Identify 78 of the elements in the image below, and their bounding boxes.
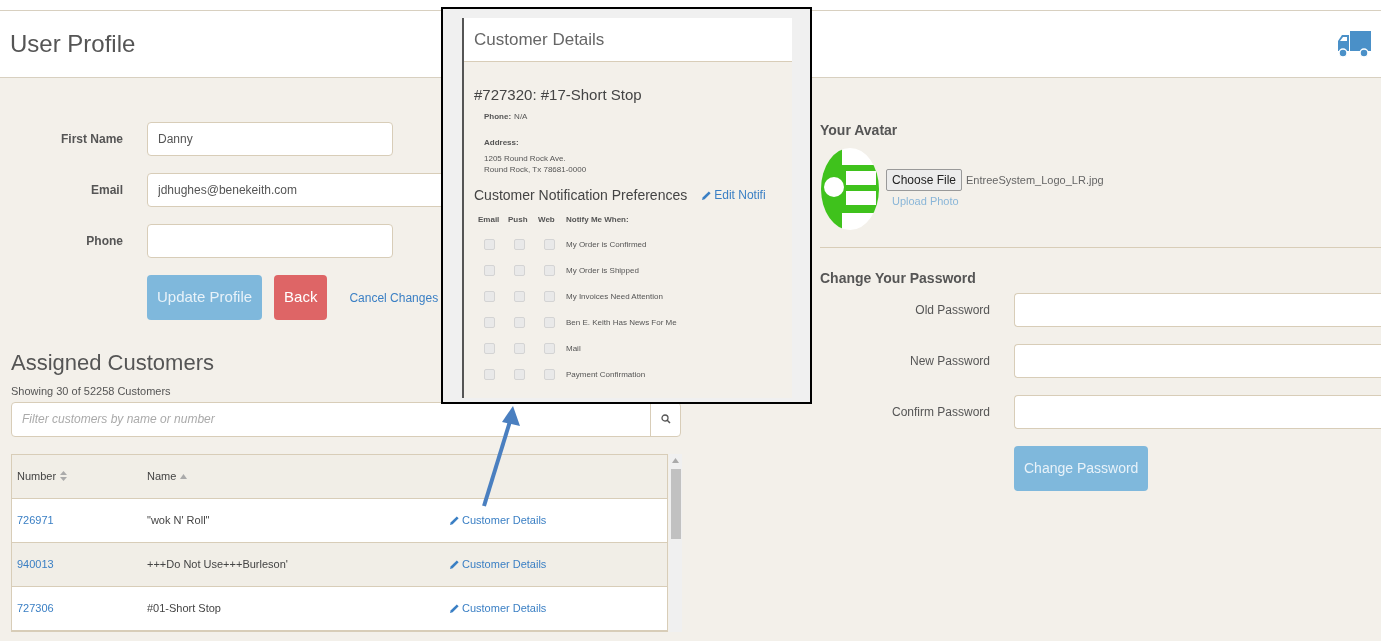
- checkbox[interactable]: [514, 291, 525, 302]
- checkbox[interactable]: [544, 369, 555, 380]
- pencil-icon: [449, 514, 460, 526]
- pencil-icon: [449, 602, 460, 614]
- pencil-icon: [449, 558, 460, 570]
- section-heading: Change Your Password: [820, 269, 977, 288]
- checkbox[interactable]: [484, 239, 495, 250]
- checkbox[interactable]: [514, 343, 525, 354]
- checkbox[interactable]: [484, 343, 495, 354]
- sort-icon: [60, 471, 68, 481]
- checkbox[interactable]: [544, 239, 555, 250]
- password-field[interactable]: [1014, 293, 1381, 327]
- checkbox[interactable]: [544, 343, 555, 354]
- scrollbar-thumb[interactable]: [670, 468, 681, 539]
- scroll-up-icon[interactable]: [672, 457, 679, 463]
- phone-value: N/A: [514, 110, 528, 123]
- text-field[interactable]: [147, 224, 393, 258]
- password-field[interactable]: [1014, 395, 1381, 429]
- column-header: Push: [508, 213, 529, 226]
- section-heading: Assigned Customers: [11, 349, 214, 377]
- customer-number-link[interactable]: 727306: [17, 601, 54, 614]
- field-label: Old Password: [914, 302, 990, 319]
- result-count: Showing 30 of 52258 Customers: [11, 384, 171, 399]
- customer-details-link[interactable]: Customer Details: [449, 599, 547, 617]
- page-title: User Profile: [10, 29, 136, 59]
- column-header[interactable]: Name: [142, 467, 442, 485]
- password-field[interactable]: [1014, 344, 1381, 378]
- field-label: Confirm Password: [890, 404, 990, 421]
- back-button[interactable]: Back: [274, 275, 328, 320]
- file-name: EntreeSystem_Logo_LR.jpg: [966, 172, 1104, 188]
- address-label: Address:: [484, 136, 520, 149]
- customer-details-link[interactable]: Customer Details: [449, 511, 547, 529]
- customer-number-link[interactable]: 940013: [17, 557, 54, 570]
- address-line: 1205 Round Rock Ave.: [484, 152, 567, 164]
- column-header[interactable]: Number: [12, 467, 142, 485]
- column-header: Email: [478, 213, 501, 226]
- pencil-icon: [701, 189, 713, 201]
- preference-label: My Order is Shipped: [566, 264, 639, 277]
- checkbox[interactable]: [484, 291, 495, 302]
- checkbox[interactable]: [484, 317, 495, 328]
- customer-name: #727320: #17-Short Stop: [474, 85, 643, 105]
- checkbox[interactable]: [544, 291, 555, 302]
- sort-ascending-icon: [180, 473, 188, 479]
- column-header: Web: [538, 213, 556, 226]
- customer-number-link[interactable]: 726971: [17, 513, 54, 526]
- scrollbar[interactable]: [669, 453, 682, 632]
- field-label: Phone: [85, 233, 123, 250]
- checkbox[interactable]: [514, 369, 525, 380]
- preference-label: Mail: [566, 342, 581, 355]
- phone-label: Phone:: [484, 110, 512, 123]
- preference-label: My Invoices Need Attention: [566, 290, 663, 303]
- checkbox[interactable]: [514, 265, 525, 276]
- checkbox[interactable]: [544, 265, 555, 276]
- choose-file-button[interactable]: Choose File: [886, 168, 963, 191]
- field-label: First Name: [59, 131, 123, 148]
- truck-icon: [1337, 29, 1371, 59]
- popup-title: Customer Details: [474, 28, 605, 51]
- checkbox[interactable]: [484, 369, 495, 380]
- edit-notifications-link[interactable]: Edit Notifi: [701, 186, 766, 204]
- table-cell: "wok N' Roll": [147, 513, 210, 526]
- section-heading: Your Avatar: [820, 121, 899, 140]
- table-cell: +++Do Not Use+++Burleson': [147, 557, 288, 570]
- checkbox[interactable]: [484, 265, 495, 276]
- checkbox[interactable]: [544, 317, 555, 328]
- search-icon[interactable]: [660, 414, 671, 424]
- table-cell: #01-Short Stop: [147, 601, 221, 614]
- address-line: Round Rock, Tx 78681-0000: [484, 163, 588, 175]
- column-header: Notify Me When:: [566, 213, 629, 226]
- customer-details-link[interactable]: Customer Details: [449, 555, 547, 573]
- preference-label: My Order is Confirmed: [566, 238, 647, 251]
- preference-label: Ben E. Keith Has News For Me: [566, 316, 677, 329]
- checkbox[interactable]: [514, 317, 525, 328]
- checkbox[interactable]: [514, 239, 525, 250]
- field-label: Email: [90, 182, 123, 199]
- text-field[interactable]: Danny: [147, 122, 393, 156]
- cancel-link[interactable]: Cancel Changes: [339, 275, 449, 320]
- field-label: New Password: [908, 353, 990, 370]
- preference-label: Payment Confirmation: [566, 368, 646, 381]
